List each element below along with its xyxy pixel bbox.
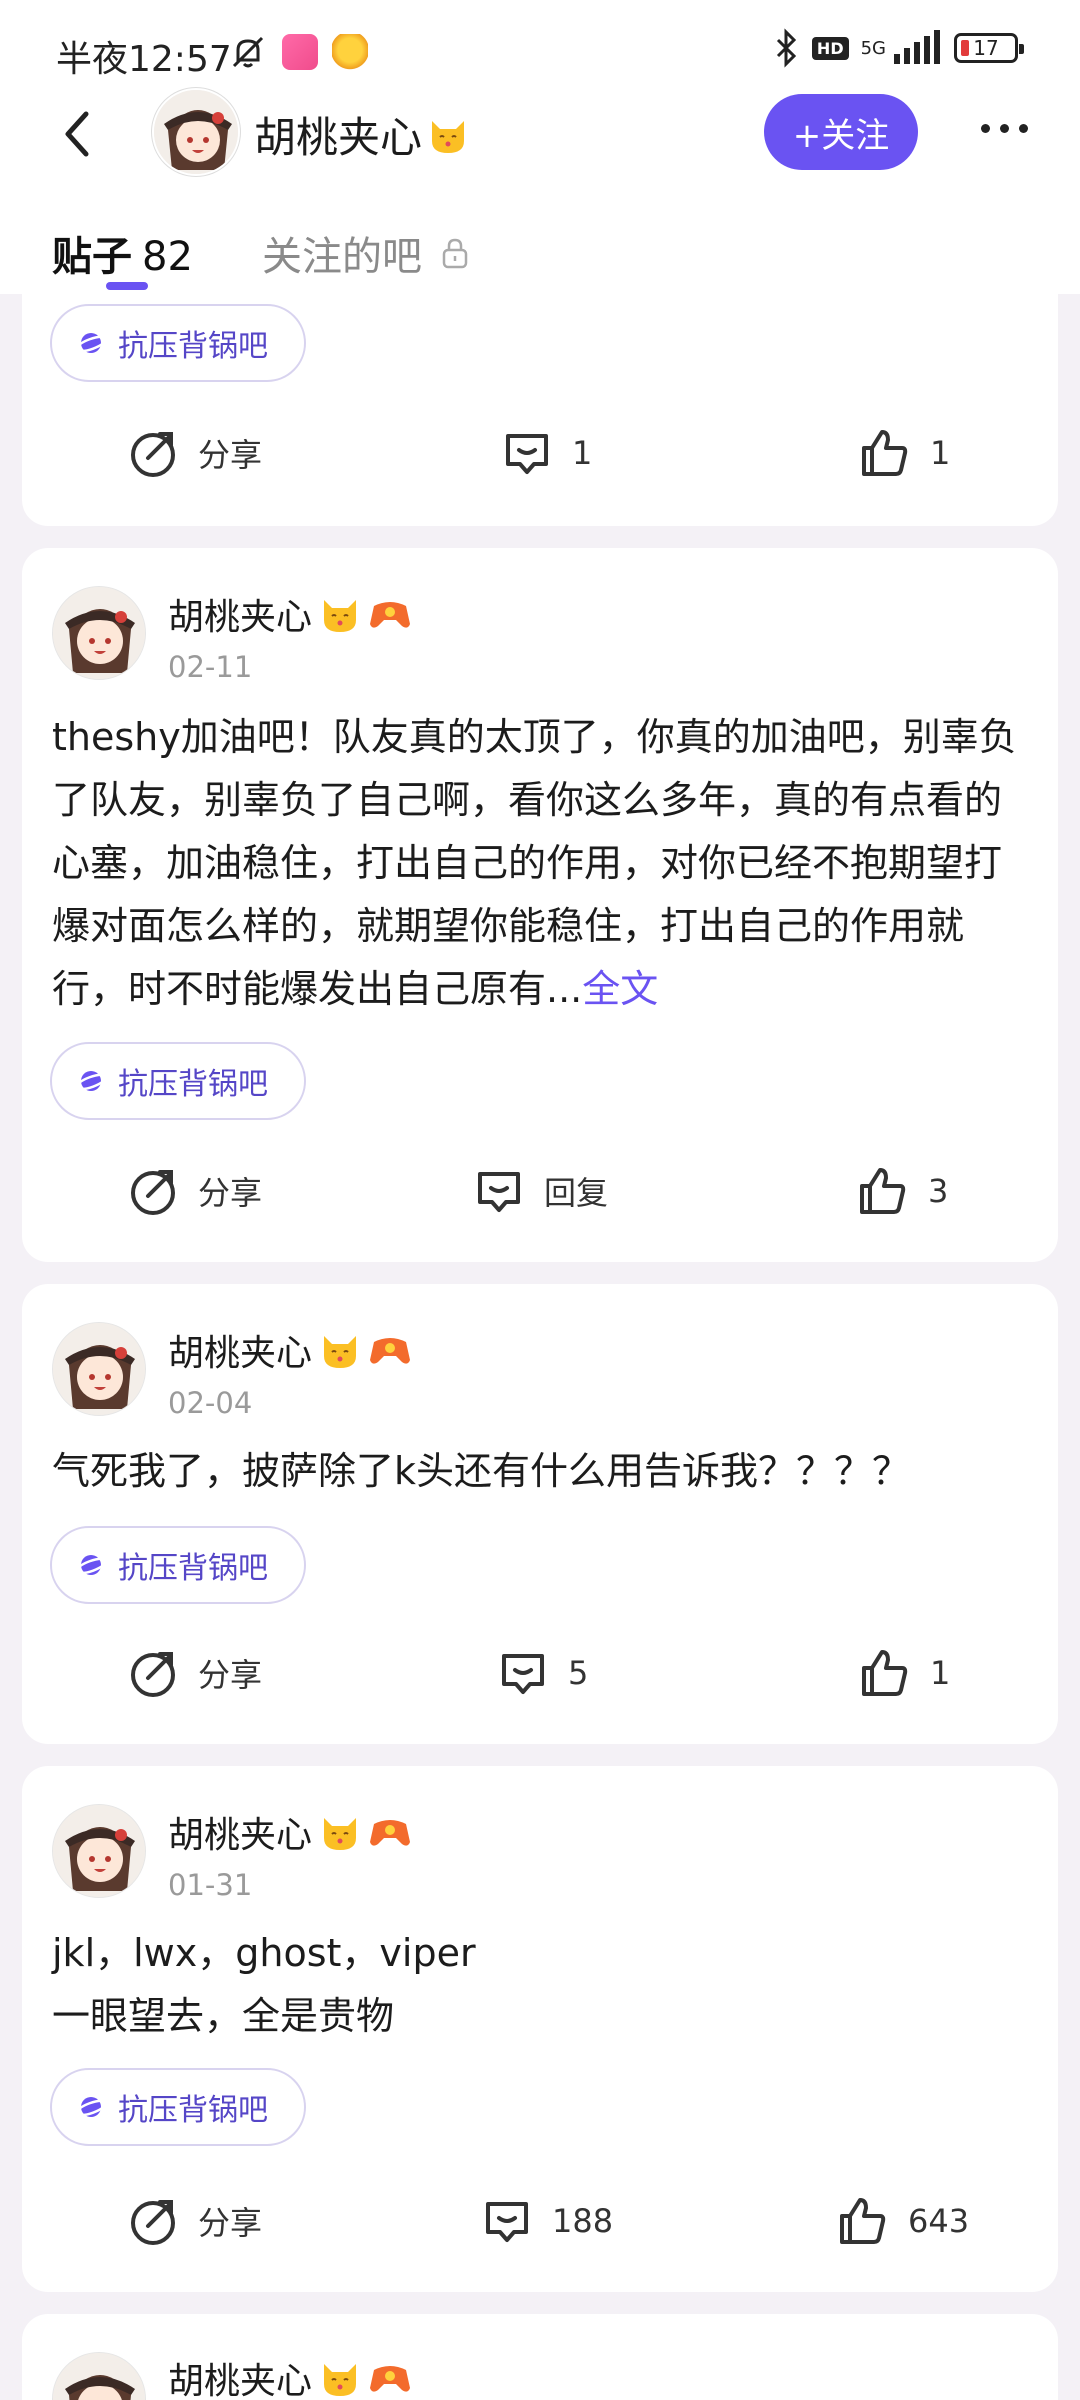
post-card[interactable]: 胡桃夹心 02-11 theshy加油吧！队友真的太顶了，你真的加油吧，别辜负了…: [22, 548, 1058, 1262]
thumbs-up-icon: [862, 1650, 908, 1696]
tab-followed-bars[interactable]: 关注的吧: [262, 224, 470, 282]
gamepad-icon: [370, 602, 411, 628]
like-button[interactable]: 3: [856, 1164, 948, 1218]
post-author[interactable]: 胡桃夹心: [168, 2352, 412, 2400]
share-icon: [131, 432, 175, 477]
cat-emoji-icon: [324, 1818, 357, 1850]
comment-button[interactable]: 1: [500, 426, 592, 480]
planet-icon: [74, 333, 108, 353]
gamepad-icon: [370, 1338, 411, 1364]
post-card[interactable]: 胡桃夹心 02-04 气死我了，披萨除了k头还有什么用告诉我？？？？ 抗压背锅吧…: [22, 1284, 1058, 1744]
hd-badge: HD: [811, 36, 849, 60]
thumbs-up-icon: [840, 2198, 886, 2244]
avatar-illustration-icon: [53, 1323, 145, 1415]
post-date: 02-04: [168, 1386, 253, 1420]
reply-button[interactable]: 回复: [472, 1164, 608, 1218]
mascot-app-icon: [332, 34, 368, 70]
avatar-illustration-icon: [53, 587, 145, 679]
post-author[interactable]: 胡桃夹心: [168, 588, 412, 640]
forum-tag[interactable]: 抗压背锅吧: [50, 1526, 306, 1604]
status-time: 半夜12:57: [56, 39, 232, 80]
planet-icon: [74, 1555, 108, 1575]
bilibili-app-icon: [282, 34, 318, 70]
profile-header: 胡桃夹心 +关注: [0, 80, 1080, 190]
comment-button[interactable]: 5: [496, 1646, 588, 1700]
bell-off-icon: [232, 36, 264, 68]
post-text[interactable]: 气死我了，披萨除了k头还有什么用告诉我？？？？: [52, 1440, 1028, 1503]
post-card[interactable]: 胡桃夹心 01-31 jkl，lwx，ghost，viper 一眼望去，全是贵物…: [22, 1766, 1058, 2292]
cat-emoji-icon: [432, 120, 465, 153]
follow-button[interactable]: +关注: [764, 94, 918, 170]
cat-emoji-icon: [324, 2364, 357, 2396]
comment-button[interactable]: 188: [480, 2194, 613, 2248]
post-date: 02-11: [168, 650, 253, 684]
tab-posts[interactable]: 贴子 82: [52, 224, 193, 282]
avatar[interactable]: [52, 1804, 146, 1898]
share-button[interactable]: 分享: [126, 426, 262, 480]
forum-tag[interactable]: 抗压背锅吧: [50, 2068, 306, 2146]
like-button[interactable]: 1: [858, 426, 950, 480]
thumbs-up-icon: [860, 1168, 906, 1214]
avatar[interactable]: [52, 1322, 146, 1416]
gamepad-icon: [370, 1820, 411, 1846]
like-button[interactable]: 1: [858, 1646, 950, 1700]
profile-tabs: 贴子 82 关注的吧: [0, 190, 1080, 294]
lock-icon: [442, 238, 468, 269]
gamepad-icon: [370, 2366, 411, 2392]
share-button[interactable]: 分享: [126, 1646, 262, 1700]
post-card[interactable]: 抗压背锅吧 分享 1 1: [22, 294, 1058, 526]
avatar[interactable]: [152, 88, 240, 176]
avatar-illustration-icon: [53, 2353, 145, 2400]
planet-icon: [74, 1071, 108, 1091]
avatar[interactable]: [52, 586, 146, 680]
profile-name: 胡桃夹心: [254, 104, 470, 165]
network-label: 5G: [860, 37, 886, 59]
thumbs-up-icon: [862, 430, 908, 476]
post-author[interactable]: 胡桃夹心: [168, 1324, 412, 1376]
planet-icon: [74, 2097, 108, 2117]
post-text[interactable]: jkl，lwx，ghost，viper 一眼望去，全是贵物: [52, 1922, 1028, 2048]
read-more-link[interactable]: 全文: [582, 967, 658, 1011]
comment-icon: [486, 2202, 528, 2242]
share-icon: [131, 2200, 175, 2245]
share-button[interactable]: 分享: [126, 2194, 262, 2248]
cat-emoji-icon: [324, 1336, 357, 1368]
forum-tag[interactable]: 抗压背锅吧: [50, 1042, 306, 1120]
avatar-illustration-icon: [53, 1805, 145, 1897]
post-author[interactable]: 胡桃夹心: [168, 1806, 412, 1858]
more-options-icon[interactable]: [981, 124, 1028, 133]
avatar[interactable]: [52, 2352, 146, 2400]
battery-icon: 17: [954, 33, 1024, 63]
post-text[interactable]: theshy加油吧！队友真的太顶了，你真的加油吧，别辜负了队友，别辜负了自己啊，…: [52, 706, 1028, 1021]
forum-tag[interactable]: 抗压背锅吧: [50, 304, 306, 382]
share-icon: [131, 1652, 175, 1697]
tab-active-indicator: [106, 282, 148, 290]
post-date: 01-31: [168, 1868, 253, 1902]
comment-icon: [502, 1654, 544, 1694]
cat-emoji-icon: [324, 600, 357, 632]
comment-icon: [506, 434, 548, 474]
share-icon: [131, 1170, 175, 1215]
post-card[interactable]: 胡桃夹心: [22, 2314, 1058, 2400]
bluetooth-icon: [776, 28, 797, 68]
share-button[interactable]: 分享: [126, 1164, 262, 1218]
signal-icon: [894, 30, 940, 64]
back-arrow-icon[interactable]: [52, 106, 108, 162]
comment-icon: [478, 1172, 520, 1212]
avatar-illustration-icon: [154, 90, 238, 174]
like-button[interactable]: 643: [836, 2194, 969, 2248]
